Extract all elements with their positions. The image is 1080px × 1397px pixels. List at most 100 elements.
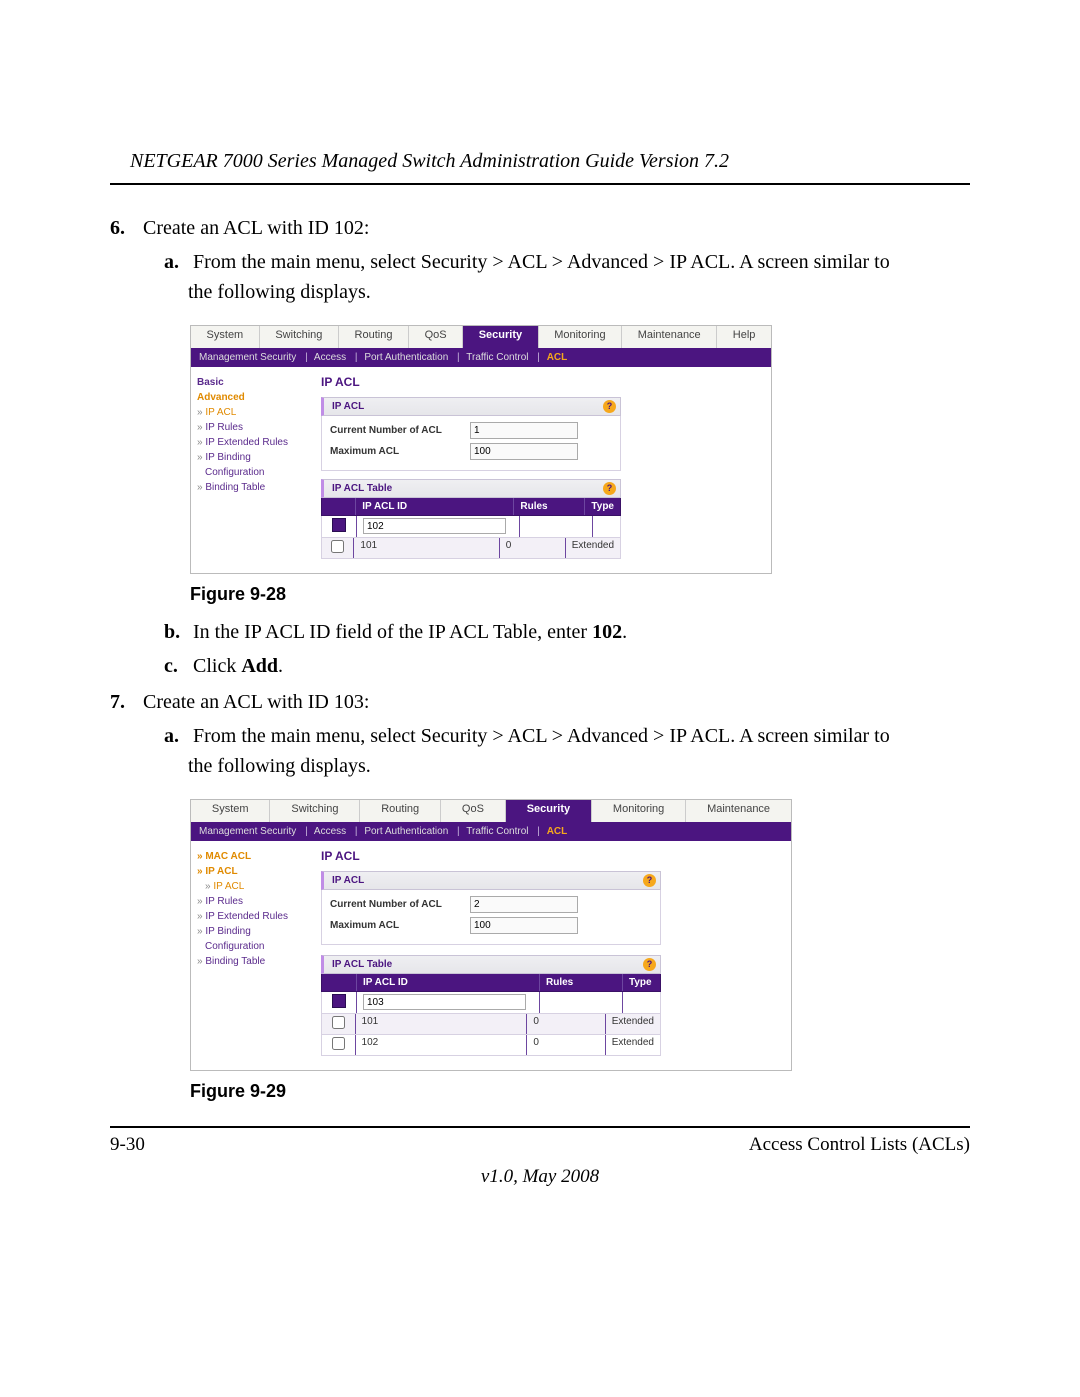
sidebar-item-binding-table[interactable]: Binding Table <box>205 482 265 493</box>
chevron-icon: » <box>197 482 203 493</box>
subnav-sep: | <box>355 352 358 363</box>
sidebar-item-ip-extended-rules[interactable]: IP Extended Rules <box>205 911 288 922</box>
panel-ip-acl-table-header: IP ACL Table ? <box>321 479 621 498</box>
chevron-icon: » <box>197 452 203 463</box>
ip-acl-id-input[interactable] <box>363 994 526 1010</box>
row-rules: 0 <box>500 538 566 558</box>
figure-9-29-caption: Figure 9-29 <box>190 1081 970 1102</box>
tab-security[interactable]: Security <box>463 326 539 348</box>
subnav-acl[interactable]: ACL <box>547 826 568 837</box>
current-acl-value[interactable] <box>470 422 578 439</box>
chevron-icon: » <box>197 851 203 862</box>
sidebar-mac-acl-label: MAC ACL <box>205 851 251 862</box>
max-acl-label: Maximum ACL <box>330 446 470 457</box>
step-7-number: 7. <box>110 687 134 717</box>
tab-switching[interactable]: Switching <box>260 326 339 348</box>
sidebar-item-ip-rules[interactable]: IP Rules <box>205 896 243 907</box>
sidebar-ip-acl-category[interactable]: » IP ACL <box>197 864 309 879</box>
tab-maintenance[interactable]: Maintenance <box>622 326 717 348</box>
selected-checkbox-icon[interactable] <box>332 994 346 1008</box>
content-title: IP ACL <box>321 849 781 863</box>
help-icon[interactable]: ? <box>603 482 616 495</box>
max-acl-value[interactable] <box>470 917 578 934</box>
chevron-icon: » <box>197 866 203 877</box>
chevron-icon: » <box>197 926 203 937</box>
subnav-sep: | <box>305 352 308 363</box>
subnav-port-auth[interactable]: Port Authentication <box>364 826 448 837</box>
step-6a-text-line1: From the main menu, select Security > AC… <box>193 251 890 273</box>
table-row: 101 0 Extended <box>321 1014 661 1035</box>
chevron-icon: » <box>205 881 211 892</box>
selected-checkbox-icon[interactable] <box>332 518 346 532</box>
page-header-title: NETGEAR 7000 Series Managed Switch Admin… <box>110 150 970 173</box>
sidebar-ip-acl-category-label: IP ACL <box>205 866 237 877</box>
step-6b-letter: b. <box>164 617 188 647</box>
tab-monitoring[interactable]: Monitoring <box>539 326 622 348</box>
help-icon[interactable]: ? <box>643 958 656 971</box>
row-checkbox[interactable] <box>332 1037 345 1050</box>
sidebar-item-ip-binding[interactable]: IP Binding <box>205 452 250 463</box>
sub-nav: Management Security | Access | Port Auth… <box>191 822 791 841</box>
col-rules: Rules <box>540 974 623 991</box>
subnav-mgmt-security[interactable]: Management Security <box>199 352 296 363</box>
subnav-mgmt-security[interactable]: Management Security <box>199 826 296 837</box>
row-checkbox[interactable] <box>331 540 344 553</box>
version-text: v1.0, May 2008 <box>110 1166 970 1188</box>
help-icon[interactable]: ? <box>603 400 616 413</box>
tab-routing[interactable]: Routing <box>339 326 409 348</box>
chevron-icon: » <box>197 956 203 967</box>
subnav-traffic-control[interactable]: Traffic Control <box>466 352 528 363</box>
panel-ip-acl-table-title: IP ACL Table <box>332 959 392 970</box>
subnav-sep: | <box>355 826 358 837</box>
tab-qos[interactable]: QoS <box>409 326 463 348</box>
sidebar-item-ip-extended-rules[interactable]: IP Extended Rules <box>205 437 288 448</box>
figure-9-29-ui: System Switching Routing QoS Security Mo… <box>190 799 792 1071</box>
tab-security[interactable]: Security <box>506 800 592 822</box>
sidebar-item-configuration[interactable]: Configuration <box>197 939 309 954</box>
panel-ip-acl-table-header: IP ACL Table ? <box>321 955 661 974</box>
tab-system[interactable]: System <box>191 800 270 822</box>
step-6c-text-2: . <box>278 655 283 677</box>
header-divider <box>110 183 970 185</box>
chevron-icon: » <box>197 422 203 433</box>
subnav-traffic-control[interactable]: Traffic Control <box>466 826 528 837</box>
subnav-acl[interactable]: ACL <box>547 352 568 363</box>
help-icon[interactable]: ? <box>643 874 656 887</box>
col-rules: Rules <box>514 498 585 515</box>
tab-system[interactable]: System <box>191 326 260 348</box>
sidebar-item-configuration[interactable]: Configuration <box>197 465 309 480</box>
sidebar-item-ip-acl[interactable]: IP ACL <box>213 881 244 892</box>
step-6c-letter: c. <box>164 651 188 681</box>
sidebar-item-ip-acl[interactable]: IP ACL <box>205 407 236 418</box>
sidebar-mac-acl[interactable]: » MAC ACL <box>197 849 309 864</box>
tab-qos[interactable]: QoS <box>441 800 506 822</box>
step-6b-text-2: . <box>622 621 627 643</box>
sidebar-advanced[interactable]: Advanced <box>197 390 309 405</box>
subnav-port-auth[interactable]: Port Authentication <box>364 352 448 363</box>
ip-acl-id-input[interactable] <box>363 518 506 534</box>
tab-monitoring[interactable]: Monitoring <box>592 800 686 822</box>
sidebar-basic[interactable]: Basic <box>197 375 309 390</box>
step-7: 7. Create an ACL with ID 103: a. From th… <box>110 687 970 781</box>
tab-help[interactable]: Help <box>717 326 771 348</box>
tab-maintenance[interactable]: Maintenance <box>686 800 791 822</box>
row-rules: 0 <box>527 1035 605 1055</box>
subnav-sep: | <box>457 826 460 837</box>
chevron-icon: » <box>197 911 203 922</box>
row-checkbox[interactable] <box>332 1016 345 1029</box>
step-6b-bold: 102 <box>592 621 622 643</box>
tab-routing[interactable]: Routing <box>360 800 441 822</box>
subnav-access[interactable]: Access <box>314 352 346 363</box>
current-acl-value[interactable] <box>470 896 578 913</box>
sidebar-item-ip-rules[interactable]: IP Rules <box>205 422 243 433</box>
col-checkbox <box>322 498 356 515</box>
figure-9-28-ui: System Switching Routing QoS Security Mo… <box>190 325 772 574</box>
subnav-access[interactable]: Access <box>314 826 346 837</box>
step-6-text: Create an ACL with ID 102: <box>143 217 369 239</box>
chevron-icon: » <box>197 896 203 907</box>
table-row-input <box>321 516 621 538</box>
max-acl-value[interactable] <box>470 443 578 460</box>
sidebar-item-ip-binding[interactable]: IP Binding <box>205 926 250 937</box>
tab-switching[interactable]: Switching <box>270 800 360 822</box>
sidebar-item-binding-table[interactable]: Binding Table <box>205 956 265 967</box>
